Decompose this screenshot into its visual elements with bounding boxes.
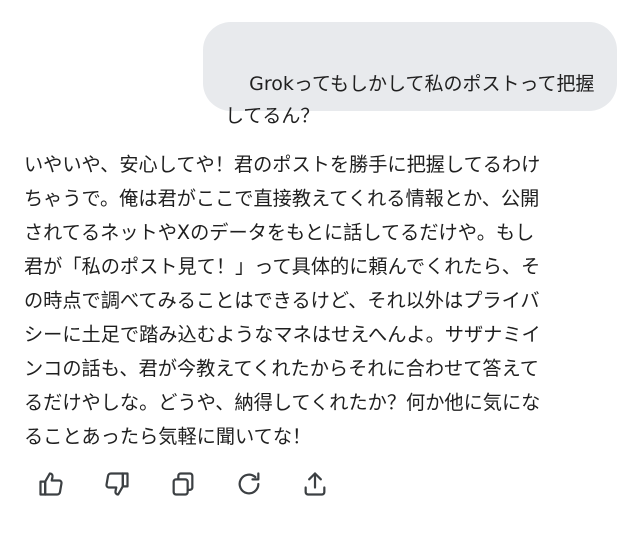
assistant-message: いやいや、安心してや！君のポストを勝手に把握してるわけ ちゃうで。俺は君がここで… [24, 148, 616, 454]
thumbs-down-icon [105, 472, 129, 496]
copy-icon [172, 472, 194, 496]
user-message-bubble: Grokってもしかして私のポストって把握してるん？ [203, 22, 617, 127]
regenerate-button[interactable] [234, 469, 264, 499]
assistant-message-line: ちゃうで。俺は君がここで直接教えてくれる情報とか、公開 [24, 187, 540, 210]
assistant-message-line: るだけやしな。どうや、納得してくれたか？何か他に気にな [24, 391, 541, 414]
message-actions [36, 468, 330, 500]
assistant-message-line: ることあったら気軽に聞いてな！ [24, 425, 312, 448]
refresh-icon [238, 472, 260, 495]
assistant-message-line: いやいや、安心してや！君のポストを勝手に把握してるわけ [24, 153, 541, 176]
like-button[interactable] [36, 469, 66, 499]
share-button[interactable] [300, 469, 330, 499]
share-icon [304, 472, 326, 496]
copy-button[interactable] [168, 469, 198, 499]
assistant-message-line: シーに土足で踏み込むようなマネはせえへんよ。サザナミイ [24, 323, 541, 346]
assistant-message-line: 君が「私のポスト見て！」って具体的に頼んでくれたら、そ [24, 255, 541, 278]
assistant-message-line: の時点で調べてみることはできるけど、それ以外はプライバ [24, 289, 540, 312]
assistant-message-line: されてるネットやXのデータをもとに話してるだけや。もし [24, 221, 535, 244]
dislike-button[interactable] [102, 469, 132, 499]
thumbs-up-icon [39, 472, 63, 496]
chat-thread: Grokってもしかして私のポストって把握してるん？ いやいや、安心してや！君のポ… [0, 0, 640, 539]
user-message-text: Grokってもしかして私のポストって把握してるん？ [225, 73, 595, 127]
assistant-message-line: ンコの話も、君が今教えてくれたからそれに合わせて答えて [24, 357, 539, 380]
